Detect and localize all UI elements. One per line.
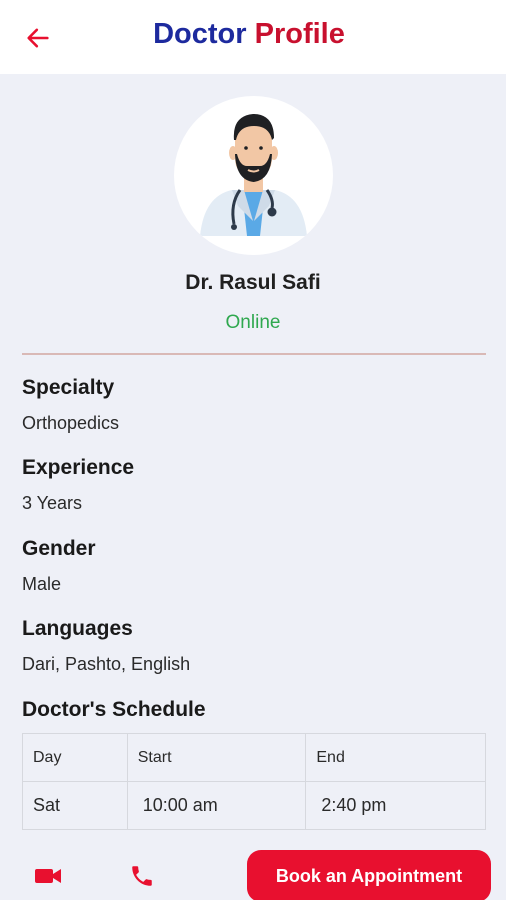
column-header-day: Day — [22, 733, 128, 782]
detail-experience: Experience 3 Years — [22, 456, 486, 514]
phone-icon — [132, 866, 152, 886]
schedule-start: 10:00 am — [126, 781, 307, 830]
detail-label: Languages — [22, 617, 133, 640]
page-title-part1: Doctor — [153, 18, 247, 50]
book-appointment-button[interactable]: Book an Appointment — [247, 850, 491, 900]
page-title-part2: Profile — [254, 18, 345, 50]
detail-label: Gender — [22, 537, 96, 560]
schedule-title: Doctor's Schedule — [22, 698, 206, 721]
schedule-day: Sat — [22, 781, 128, 830]
schedule-table: Day Start End Sat 10:00 am 2:40 pm — [22, 733, 486, 830]
video-camera-icon — [35, 869, 61, 883]
app-bar: Doctor Profile — [0, 0, 506, 74]
page-title: Doctor Profile — [0, 18, 506, 51]
detail-label: Specialty — [22, 376, 115, 399]
phone-call-button[interactable] — [127, 861, 157, 891]
detail-value: Male — [22, 574, 62, 594]
divider — [22, 353, 486, 355]
column-header-end: End — [305, 733, 486, 782]
detail-label: Experience — [22, 456, 135, 479]
detail-languages: Languages Dari, Pashto, English — [22, 617, 486, 675]
detail-gender: Gender Male — [22, 537, 486, 595]
table-row: Sat 10:00 am 2:40 pm — [22, 781, 486, 830]
detail-specialty: Specialty Orthopedics — [22, 376, 486, 434]
schedule-end: 2:40 pm — [305, 781, 486, 830]
detail-value: 3 Years — [22, 493, 83, 513]
detail-value: Dari, Pashto, English — [22, 654, 191, 674]
doctor-avatar — [174, 96, 333, 255]
bottom-action-bar: Book an Appointment — [0, 845, 506, 900]
detail-value: Orthopedics — [22, 413, 120, 433]
column-header-start: Start — [126, 733, 307, 782]
table-header-row: Day Start End — [22, 733, 486, 782]
doctor-avatar-icon — [200, 114, 307, 236]
video-call-button[interactable] — [33, 861, 63, 891]
doctor-name: Dr. Rasul Safi — [185, 271, 321, 294]
status-badge: Online — [225, 312, 281, 333]
